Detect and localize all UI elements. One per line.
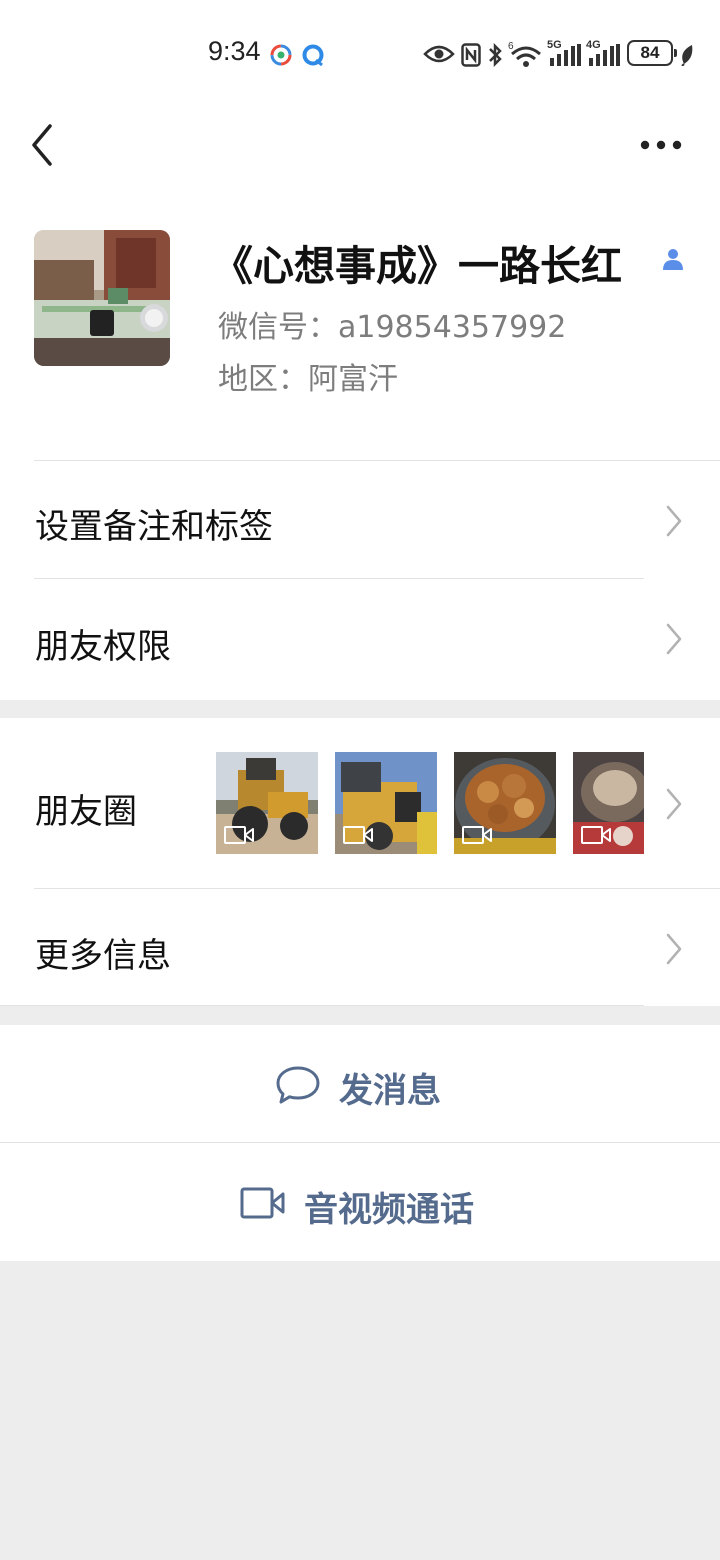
divider <box>0 1005 644 1006</box>
eye-icon <box>423 45 455 63</box>
video-call-button[interactable]: 音视频通话 <box>0 1143 720 1261</box>
chevron-right-icon <box>666 623 682 655</box>
video-icon <box>343 826 373 844</box>
battery-icon: 84 <box>627 40 677 66</box>
bluetooth-icon <box>489 42 502 68</box>
chat-bubble-icon <box>276 1066 320 1104</box>
friend-permissions-label: 朋友权限 <box>35 627 171 667</box>
back-arrow-icon[interactable] <box>26 122 60 168</box>
video-icon <box>224 826 254 844</box>
chevron-right-icon <box>666 933 682 965</box>
signal-5g-icon <box>550 44 581 66</box>
more-info-label: 更多信息 <box>35 936 171 976</box>
send-message-button[interactable]: 发消息 <box>0 1025 720 1142</box>
chevron-right-icon <box>666 788 682 820</box>
browser-notification-icon <box>302 44 324 66</box>
more-dots-icon[interactable] <box>636 128 686 162</box>
nfc-icon <box>461 43 481 67</box>
person-icon <box>663 249 683 270</box>
moments-label: 朋友圈 <box>35 792 137 832</box>
chevron-right-icon <box>666 505 682 537</box>
video-icon <box>462 826 492 844</box>
more-info-row[interactable]: 更多信息 <box>0 889 720 1006</box>
remarks-tags-label: 设置备注和标签 <box>35 507 273 547</box>
video-call-icon <box>240 1187 285 1219</box>
app-notification-icon <box>270 44 292 66</box>
status-time: 9:34 <box>208 36 261 66</box>
video-call-label: 音视频通话 <box>304 1190 474 1230</box>
wifi-icon: 6 <box>508 41 541 67</box>
signal-4g-icon <box>589 44 620 66</box>
friend-permissions-row[interactable]: 朋友权限 <box>0 579 720 699</box>
leaf-icon <box>681 45 693 66</box>
moments-thumbnail[interactable] <box>335 752 437 854</box>
moments-thumbnail[interactable] <box>216 752 318 854</box>
avatar[interactable] <box>34 230 170 366</box>
svg-text:6: 6 <box>508 41 514 52</box>
send-message-label: 发消息 <box>339 1071 441 1111</box>
video-icon <box>581 826 611 844</box>
status-bar: 9:34 6 5G 4G 84 <box>0 0 720 100</box>
moments-thumbnail[interactable] <box>573 752 644 854</box>
moments-thumbnail[interactable] <box>454 752 556 854</box>
region: 地区：阿富汗 <box>218 362 398 397</box>
remarks-tags-row[interactable]: 设置备注和标签 <box>0 461 720 579</box>
wechat-id: 微信号：a19854357992 <box>218 310 567 345</box>
nickname: 《心想事成》一路长红 <box>212 242 622 290</box>
